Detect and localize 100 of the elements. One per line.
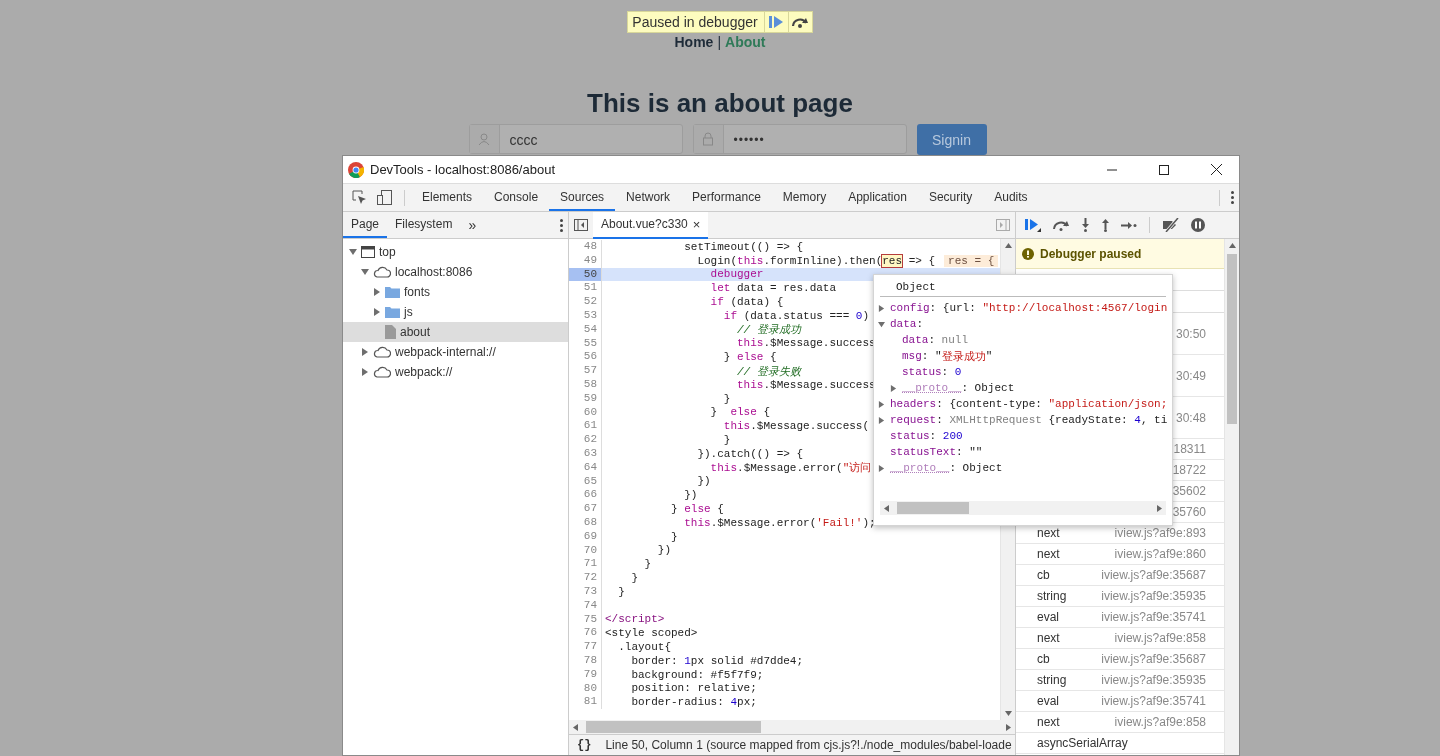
call-frame[interactable]: string iview.js?af9e:35935 <box>1016 586 1224 607</box>
up-triangle-icon[interactable] <box>1004 243 1012 248</box>
panel-tab[interactable]: Elements <box>411 184 484 211</box>
code-line: }).catch(() => { <box>696 447 804 460</box>
line-number: 70 <box>569 543 602 558</box>
code-line: <style scoped> <box>605 627 698 640</box>
collapsed-triangle-icon[interactable] <box>878 464 885 472</box>
expanded-triangle-icon[interactable] <box>361 268 369 276</box>
line-number: 72 <box>569 571 602 585</box>
more-tabs-button[interactable]: » <box>460 217 485 233</box>
expanded-triangle-icon[interactable] <box>349 248 357 256</box>
code-line: } <box>722 434 731 447</box>
tree-item[interactable]: fonts <box>343 282 568 302</box>
panel-tab[interactable]: Sources <box>549 184 616 211</box>
tree-item[interactable]: about <box>343 322 568 342</box>
cloud-icon <box>373 366 391 378</box>
line-number: 68 <box>569 515 602 530</box>
line-number: 54 <box>569 322 602 337</box>
line-number: 48 <box>569 240 602 254</box>
line-number: 75 <box>569 612 602 627</box>
property-row-text: status: 0 <box>901 365 963 380</box>
horizontal-scrollbar[interactable] <box>569 720 1015 734</box>
down-triangle-icon[interactable] <box>1004 711 1012 716</box>
navigator-tab[interactable]: Filesystem <box>387 212 461 238</box>
tree-item[interactable]: webpack-internal:// <box>343 342 568 362</box>
window-title: DevTools - localhost:8086/about <box>370 162 555 177</box>
collapsed-triangle-icon[interactable] <box>878 304 885 312</box>
nav-separator: | <box>717 34 722 50</box>
call-frame[interactable]: next iview.js?af9e:860 <box>1016 544 1224 565</box>
code-line: this.$Message.error("访问 <box>709 461 872 476</box>
call-frame[interactable]: eval iview.js?af9e:35741 <box>1016 607 1224 628</box>
horizontal-scrollbar[interactable] <box>880 501 1166 515</box>
code-line: .layout{ <box>617 641 671 653</box>
line-number: 66 <box>569 488 602 503</box>
code-line: } else { <box>709 406 771 419</box>
navigator-tab[interactable]: Page <box>343 212 388 238</box>
paused-text: Debugger paused <box>1040 246 1142 261</box>
line-number: 55 <box>569 336 602 351</box>
right-triangle-icon[interactable] <box>1157 504 1162 512</box>
line-number: 80 <box>569 681 602 696</box>
panel-tab[interactable]: Security <box>917 184 984 211</box>
property-row: config: {url: "http://localhost:4567/login <box>878 300 1172 316</box>
line-number: 81 <box>569 695 602 710</box>
file-tab[interactable]: About.vue?c330 × <box>593 211 709 239</box>
panel-tab[interactable]: Audits <box>983 184 1039 211</box>
panel-tab[interactable]: Network <box>615 184 682 211</box>
left-triangle-icon[interactable] <box>573 723 578 731</box>
line-number: 51 <box>569 281 602 296</box>
call-frame[interactable]: cb iview.js?af9e:35687 <box>1016 565 1224 586</box>
scrollbar-thumb[interactable] <box>1227 254 1237 424</box>
collapsed-triangle-icon[interactable] <box>361 348 369 356</box>
up-triangle-icon[interactable] <box>1228 243 1236 248</box>
line-number: 65 <box>569 474 602 489</box>
format-button[interactable]: {} <box>577 738 592 752</box>
nav-link[interactable]: Home <box>674 34 714 50</box>
call-frame[interactable]: asyncSerialArray <box>1016 733 1224 754</box>
collapsed-triangle-icon[interactable] <box>361 368 369 376</box>
line-number: 60 <box>569 405 602 420</box>
line-number: 59 <box>569 391 602 406</box>
property-row: data: <box>878 316 1172 332</box>
tree-item[interactable]: js <box>343 302 568 322</box>
scrollbar-thumb[interactable] <box>897 502 969 514</box>
line-number: 63 <box>569 446 602 461</box>
lock-icon <box>702 132 714 146</box>
line-number: 53 <box>569 309 602 323</box>
line-number: 57 <box>569 364 602 378</box>
cloud-icon <box>373 266 391 278</box>
code-line: } else { <box>722 351 777 364</box>
code-line: } <box>617 585 625 598</box>
tree-item[interactable]: top <box>343 242 568 262</box>
line-number: 73 <box>569 584 602 599</box>
status-text: Line 50, Column 1 (source mapped from cjs.js?!./node_modules/babel-loade <box>605 738 1012 752</box>
panel-tab[interactable]: Application <box>837 184 918 211</box>
line-number: 74 <box>569 598 602 613</box>
call-frame[interactable]: string iview.js?af9e:35935 <box>1016 670 1224 691</box>
password-field[interactable]: •••••• <box>692 124 907 154</box>
tree-item[interactable]: webpack:// <box>343 362 568 382</box>
username-field[interactable]: cccc <box>468 124 683 154</box>
collapsed-triangle-icon[interactable] <box>373 308 381 316</box>
right-triangle-icon[interactable] <box>1006 723 1011 731</box>
code-line: let data = res.data <box>709 282 837 295</box>
scrollbar-thumb[interactable] <box>586 721 761 733</box>
window-icon <box>361 246 375 258</box>
line-number: 58 <box>569 377 602 392</box>
line-number: 79 <box>569 667 602 682</box>
call-frame[interactable]: eval iview.js?af9e:35741 <box>1016 691 1224 712</box>
folder-icon <box>385 286 400 298</box>
vertical-scrollbar[interactable] <box>1224 239 1239 755</box>
collapsed-triangle-icon[interactable] <box>373 288 381 296</box>
left-triangle-icon[interactable] <box>884 504 889 512</box>
expanded-triangle-icon[interactable] <box>878 320 885 328</box>
panel-tab[interactable]: Memory <box>771 184 838 211</box>
code-line: setTimeout(() => { <box>683 240 804 253</box>
tree-item[interactable]: localhost:8086 <box>343 262 568 282</box>
panel-tab[interactable]: Console <box>483 184 550 211</box>
call-frame[interactable]: cb iview.js?af9e:35687 <box>1016 649 1224 670</box>
call-frame[interactable]: next iview.js?af9e:858 <box>1016 628 1224 649</box>
panel-tab[interactable]: Performance <box>681 184 772 211</box>
code-line: this.$Message.success <box>736 337 876 350</box>
call-frame[interactable]: next iview.js?af9e:858 <box>1016 712 1224 733</box>
